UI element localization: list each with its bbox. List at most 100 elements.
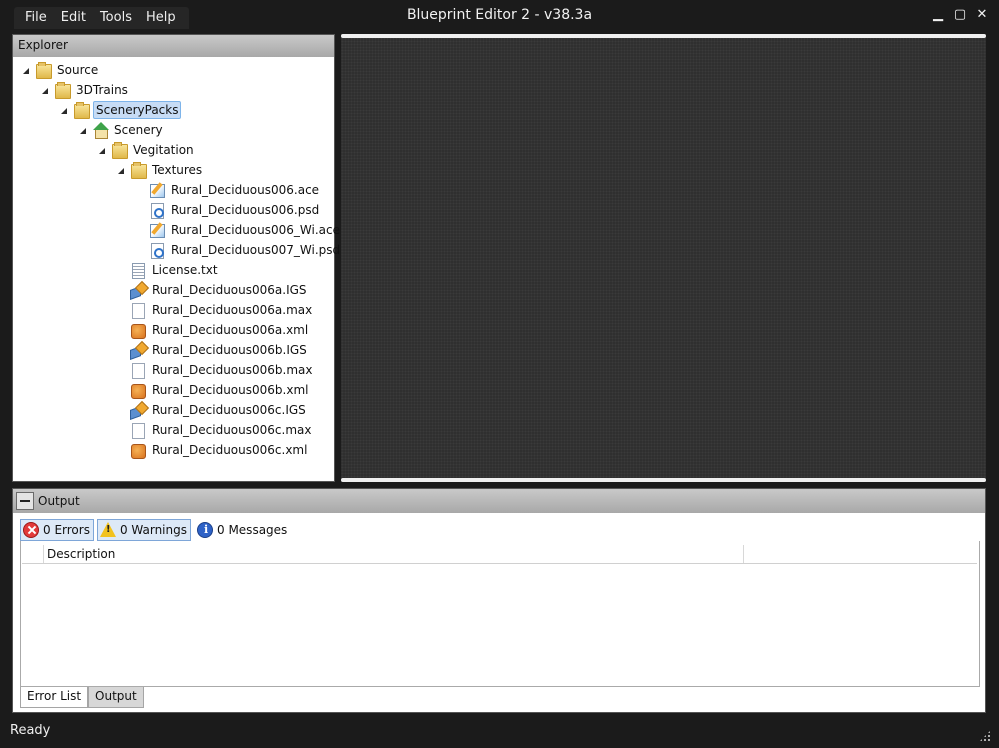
- tree-item-label: License.txt: [152, 263, 218, 277]
- tree-item-label: 3DTrains: [76, 83, 128, 97]
- expand-arrow-icon[interactable]: [96, 145, 106, 155]
- tree-item[interactable]: Rural_Deciduous006a.xml: [115, 321, 310, 339]
- warnings-filter-button[interactable]: 0 Warnings: [96, 519, 191, 541]
- viewport-top-bar: [341, 34, 986, 38]
- tree-item[interactable]: Rural_Deciduous007_Wi.psd: [134, 241, 342, 259]
- error-grid-header: Description: [22, 545, 977, 564]
- explorer-header: Explorer: [13, 35, 334, 57]
- info-icon: [197, 522, 213, 538]
- tree-item-label: Rural_Deciduous006_Wi.ace: [171, 223, 340, 237]
- tree-item[interactable]: Source: [20, 61, 100, 79]
- xml-file-icon: [130, 442, 146, 459]
- tree-item[interactable]: Rural_Deciduous006c.IGS: [115, 401, 308, 419]
- errors-filter-button[interactable]: 0 Errors: [20, 519, 94, 541]
- tree-item-label: Textures: [152, 163, 203, 177]
- error-grid: Description: [22, 544, 977, 687]
- viewport-bottom-bar: [341, 478, 986, 482]
- xml-file-icon: [130, 382, 146, 399]
- folder-icon: [130, 162, 147, 179]
- tree-item-label: Scenery: [114, 123, 163, 137]
- tree-item-label: Rural_Deciduous007_Wi.psd: [171, 243, 341, 257]
- expand-arrow-icon[interactable]: [39, 85, 49, 95]
- tree-item-label: Rural_Deciduous006b.xml: [152, 383, 309, 397]
- tree-item-label: Rural_Deciduous006a.IGS: [152, 283, 307, 297]
- tree-item-label: Rural_Deciduous006.ace: [171, 183, 320, 197]
- tree-item-label: Rural_Deciduous006c.IGS: [152, 403, 306, 417]
- output-panel: Output 0 Errors 0 Warnings 0 Messages De…: [12, 488, 986, 713]
- expand-arrow-icon[interactable]: [77, 125, 87, 135]
- row-header-column: [22, 545, 44, 563]
- tree-item[interactable]: Rural_Deciduous006b.xml: [115, 381, 310, 399]
- tree-item[interactable]: Scenery: [77, 121, 165, 139]
- messages-filter-button[interactable]: 0 Messages: [194, 519, 291, 541]
- tree-item-label: Rural_Deciduous006.psd: [171, 203, 320, 217]
- blank-file-icon: [130, 302, 146, 319]
- explorer-panel: Explorer Source 3DTrains SceneryPacks Scene…: [12, 34, 340, 482]
- xml-file-icon: [130, 322, 146, 339]
- tree-item-label: Rural_Deciduous006a.max: [152, 303, 313, 317]
- window-title: Blueprint Editor 2 - v38.3a: [406, 7, 593, 23]
- tree-item[interactable]: Rural_Deciduous006b.max: [115, 361, 314, 379]
- output-header: Output: [13, 489, 985, 513]
- explorer-tree: Source 3DTrains SceneryPacks Scenery Vegitat…: [13, 57, 340, 481]
- text-file-icon: [130, 262, 146, 279]
- output-filter-bar: 0 Errors 0 Warnings 0 Messages: [20, 519, 291, 541]
- tree-item-label: SceneryPacks: [93, 101, 182, 119]
- minimize-icon[interactable]: ▁: [931, 8, 945, 22]
- error-icon: [23, 522, 39, 538]
- folder-icon: [111, 142, 128, 159]
- folder-icon: [54, 82, 71, 99]
- tree-item[interactable]: 3DTrains: [39, 81, 130, 99]
- maximize-icon[interactable]: ▢: [953, 8, 967, 22]
- expand-arrow-icon[interactable]: [115, 165, 125, 175]
- status-text: Ready: [10, 723, 51, 738]
- tree-item[interactable]: Rural_Deciduous006a.max: [115, 301, 314, 319]
- tree-item[interactable]: Rural_Deciduous006c.xml: [115, 441, 309, 459]
- blank-file-icon: [130, 422, 146, 439]
- psd-file-icon: [149, 202, 165, 219]
- tree-item-label: Rural_Deciduous006a.xml: [152, 323, 309, 337]
- tab-error-list[interactable]: Error List: [20, 687, 89, 708]
- description-column-header[interactable]: Description: [44, 545, 744, 563]
- tree-item[interactable]: Rural_Deciduous006b.IGS: [115, 341, 309, 359]
- window-controls: ▁ ▢ ✕: [931, 8, 989, 22]
- tab-output[interactable]: Output: [88, 687, 144, 708]
- title-bar: File Edit Tools Help Blueprint Editor 2 …: [0, 0, 999, 32]
- tree-item[interactable]: SceneryPacks: [58, 101, 182, 119]
- ace-file-icon: [149, 222, 165, 238]
- output-title: Output: [38, 494, 80, 508]
- folder-icon: [35, 62, 52, 79]
- status-bar: Ready: [0, 718, 999, 748]
- tree-item-label: Rural_Deciduous006c.max: [152, 423, 312, 437]
- tree-item-label: Rural_Deciduous006c.xml: [152, 443, 308, 457]
- tree-item[interactable]: Vegitation: [96, 141, 196, 159]
- tree-item[interactable]: License.txt: [115, 261, 220, 279]
- tree-item[interactable]: Textures: [115, 161, 204, 179]
- resize-grip-icon[interactable]: [979, 730, 991, 742]
- tree-item[interactable]: Rural_Deciduous006.ace: [134, 181, 321, 199]
- tree-item[interactable]: Rural_Deciduous006.psd: [134, 201, 321, 219]
- psd-file-icon: [149, 242, 165, 259]
- close-icon[interactable]: ✕: [975, 8, 989, 22]
- collapse-icon[interactable]: [16, 492, 34, 510]
- igs-file-icon: [130, 282, 146, 298]
- tree-item-label: Rural_Deciduous006b.IGS: [152, 343, 307, 357]
- tree-item-label: Vegitation: [133, 143, 194, 157]
- errors-count: 0 Errors: [43, 523, 90, 537]
- igs-file-icon: [130, 342, 146, 358]
- house-icon: [92, 122, 109, 139]
- tree-item[interactable]: Rural_Deciduous006a.IGS: [115, 281, 309, 299]
- expand-arrow-icon[interactable]: [58, 105, 68, 115]
- messages-count: 0 Messages: [217, 523, 288, 537]
- folder-icon: [73, 102, 90, 119]
- igs-file-icon: [130, 402, 146, 418]
- output-tabs: Error List Output: [20, 687, 144, 708]
- blank-file-icon: [130, 362, 146, 379]
- tree-item[interactable]: Rural_Deciduous006c.max: [115, 421, 313, 439]
- ace-file-icon: [149, 182, 165, 198]
- expand-arrow-icon[interactable]: [20, 65, 30, 75]
- tree-item[interactable]: Rural_Deciduous006_Wi.ace: [134, 221, 342, 239]
- warning-icon: [99, 522, 116, 538]
- warnings-count: 0 Warnings: [119, 523, 187, 537]
- editor-viewport[interactable]: [341, 34, 986, 482]
